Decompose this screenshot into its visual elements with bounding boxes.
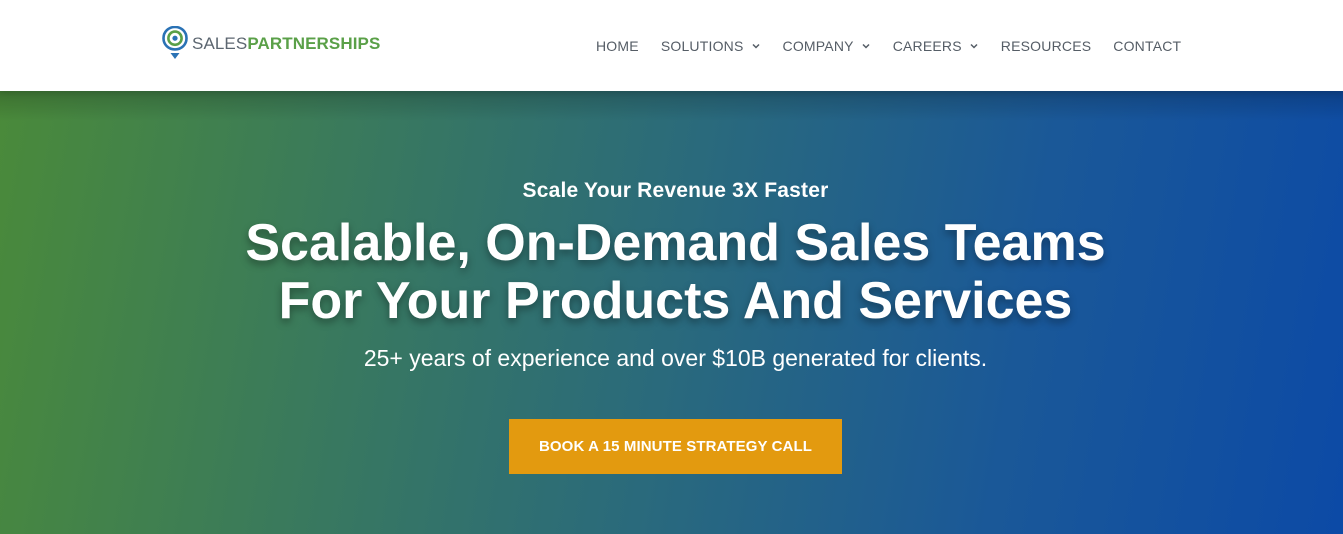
logo-text-partnerships: PARTNERSHIPS [247, 33, 381, 53]
hero-shadow [0, 91, 1343, 121]
nav-item-label: CONTACT [1113, 37, 1182, 54]
logo-pin-icon [162, 26, 188, 59]
nav-item-label: SOLUTIONS [660, 37, 744, 54]
chevron-down-icon [969, 41, 979, 51]
main-nav: HOME SOLUTIONS COMPANY CAREERS RESOURCES… [596, 0, 1181, 91]
nav-item-contact[interactable]: CONTACT [1113, 38, 1181, 54]
hero-headline: Scalable, On-Demand Sales Teams For Your… [0, 214, 1343, 330]
logo-link[interactable]: SALESPARTNERSHIPS [162, 26, 380, 62]
nav-item-label: RESOURCES [1000, 37, 1092, 54]
site-header: SALESPARTNERSHIPS HOME SOLUTIONS COMPANY… [0, 0, 1343, 91]
logo-wordmark: SALESPARTNERSHIPS [192, 35, 380, 52]
hero-section: Scale Your Revenue 3X Faster Scalable, O… [0, 91, 1343, 534]
nav-item-label: COMPANY [782, 37, 854, 54]
hero-headline-line2: For Your Products And Services [278, 272, 1073, 330]
nav-item-solutions[interactable]: SOLUTIONS [661, 38, 761, 54]
chevron-down-icon [751, 41, 761, 51]
nav-item-label: CAREERS [892, 37, 962, 54]
chevron-down-icon [861, 41, 871, 51]
nav-item-company[interactable]: COMPANY [783, 38, 871, 54]
nav-item-careers[interactable]: CAREERS [893, 38, 979, 54]
hero-headline-line1: Scalable, On-Demand Sales Teams [245, 214, 1106, 272]
hero-subhead: 25+ years of experience and over $10B ge… [363, 345, 988, 371]
nav-item-home[interactable]: HOME [596, 38, 639, 54]
book-strategy-call-button[interactable]: BOOK A 15 MINUTE STRATEGY CALL [509, 419, 842, 474]
logo-text-sales: SALES [192, 33, 248, 53]
nav-item-label: HOME [596, 37, 639, 54]
hero-eyebrow: Scale Your Revenue 3X Faster [522, 179, 829, 202]
nav-item-resources[interactable]: RESOURCES [1001, 38, 1091, 54]
